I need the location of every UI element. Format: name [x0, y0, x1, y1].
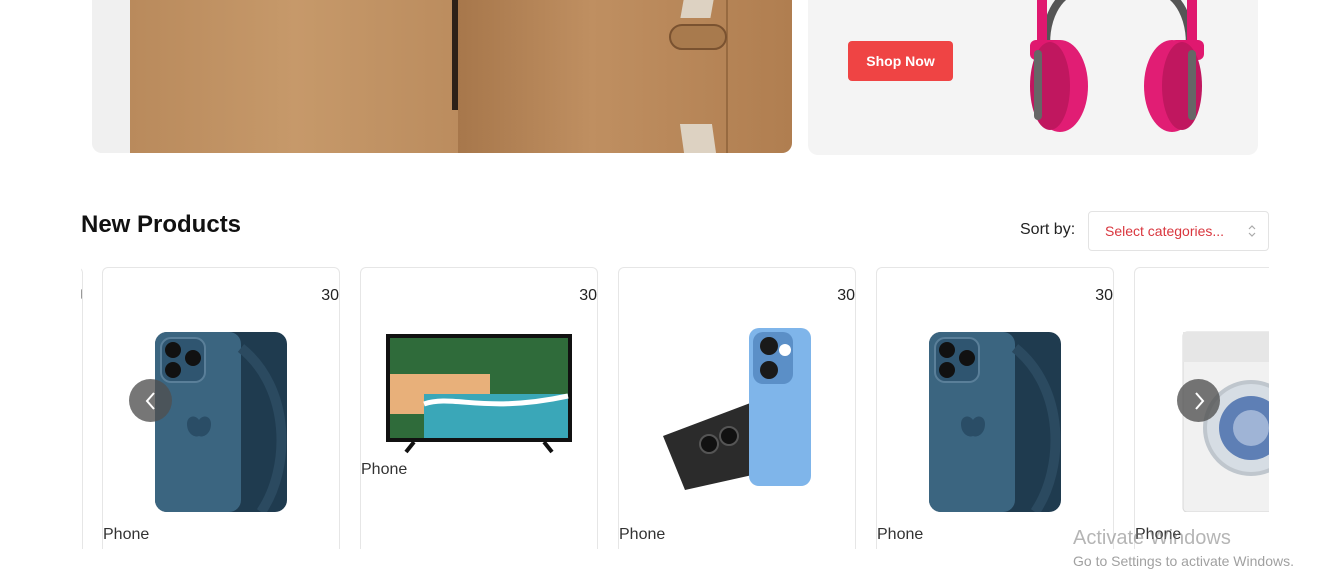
- sort-label: Sort by:: [1020, 221, 1076, 238]
- television-image: [386, 334, 572, 454]
- product-image: [103, 328, 339, 518]
- promo-banner-boxes[interactable]: [92, 0, 792, 153]
- shop-now-button[interactable]: Shop Now: [848, 41, 953, 81]
- headphones-image: [1030, 0, 1204, 132]
- product-image: [619, 328, 855, 518]
- product-card[interactable]: 30 Phone: [876, 267, 1114, 549]
- product-image: [1135, 328, 1269, 518]
- promo-banner-headphones: Shop Now: [808, 0, 1258, 155]
- product-price: 30: [321, 287, 339, 304]
- section-title: New Products: [81, 211, 242, 238]
- carousel-next-button[interactable]: [1177, 379, 1220, 422]
- chevron-right-icon: [1194, 391, 1204, 410]
- carousel-dot: [81, 289, 82, 299]
- product-carousel: 30 Phone 30 Phone 30 Phone 30 Phone Phon…: [81, 267, 1269, 549]
- product-card-partial[interactable]: [81, 267, 83, 549]
- product-price: 30: [837, 287, 855, 304]
- iphone-image: [155, 332, 287, 512]
- box-tape: [679, 124, 717, 153]
- sort-chevron-icon: [1248, 225, 1256, 237]
- product-name[interactable]: Phone: [877, 526, 923, 544]
- iphone-image: [929, 332, 1061, 512]
- product-name[interactable]: Phone: [619, 526, 665, 544]
- product-image: [877, 328, 1113, 518]
- category-select-value: Select categories...: [1105, 223, 1225, 239]
- windows-watermark-subtitle: Go to Settings to activate Windows.: [1073, 553, 1294, 569]
- product-price: 30: [579, 287, 597, 304]
- smartphone-image: [663, 328, 811, 490]
- category-select[interactable]: Select categories...: [1088, 211, 1269, 251]
- product-price: 30: [1095, 287, 1113, 304]
- product-card[interactable]: 30 Phone: [618, 267, 856, 549]
- carousel-prev-button[interactable]: [129, 379, 172, 422]
- product-name[interactable]: Phone: [103, 526, 149, 544]
- product-image: [361, 334, 597, 454]
- cardboard-box-front: [458, 0, 792, 153]
- product-card[interactable]: 30 Phone: [360, 267, 598, 549]
- box-edge: [726, 0, 728, 153]
- windows-watermark-title: Activate Windows: [1073, 527, 1231, 549]
- box-tape: [680, 0, 714, 18]
- product-name[interactable]: Phone: [361, 461, 407, 479]
- cardboard-box-image: [130, 0, 460, 153]
- banner-background: [92, 0, 132, 153]
- chevron-left-icon: [145, 391, 155, 410]
- box-handle: [669, 24, 727, 50]
